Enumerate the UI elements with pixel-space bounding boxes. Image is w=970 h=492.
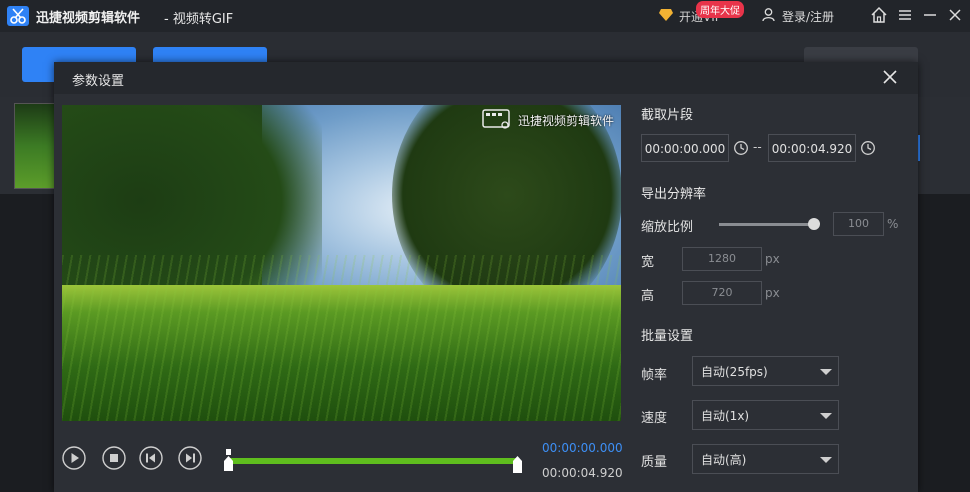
film-icon xyxy=(482,109,510,129)
login-label: 登录/注册 xyxy=(782,10,835,24)
scale-slider-handle[interactable] xyxy=(808,218,820,230)
end-time: 00:00:04.920 xyxy=(542,466,623,480)
quality-label: 质量 xyxy=(641,455,668,470)
clip-section-title: 截取片段 xyxy=(641,108,694,123)
chevron-down-icon xyxy=(820,369,832,375)
height-label: 高 xyxy=(641,289,655,304)
play-icon[interactable] xyxy=(62,446,86,470)
clip-timeline[interactable] xyxy=(224,449,522,473)
watermark-text: 迅捷视频剪辑软件 xyxy=(518,114,615,128)
speed-select[interactable]: 自动(1x) xyxy=(692,400,839,430)
stop-icon[interactable] xyxy=(102,446,126,470)
video-preview: 迅捷视频剪辑软件 xyxy=(62,105,621,421)
app-logo-icon xyxy=(7,6,29,26)
quality-value: 自动(高) xyxy=(701,453,747,467)
start-handle[interactable] xyxy=(224,449,233,471)
clip-start-input[interactable]: 00:00:00.000 xyxy=(641,134,729,162)
promo-badge: 周年大促 xyxy=(696,1,744,18)
width-unit: px xyxy=(765,252,780,266)
scale-label: 缩放比例 xyxy=(641,220,694,235)
speed-value: 自动(1x) xyxy=(701,409,750,423)
close-icon[interactable] xyxy=(882,69,898,85)
speed-label: 速度 xyxy=(641,411,668,426)
scale-slider[interactable] xyxy=(719,223,819,226)
clip-separator: -- xyxy=(753,140,762,154)
scale-unit: % xyxy=(887,217,899,231)
settings-dialog: 参数设置 迅捷视频剪辑软件 00:00:00.000 00:00:04.920 … xyxy=(54,62,918,492)
preview-grass xyxy=(62,255,621,421)
app-subtitle: - 视频转GIF xyxy=(164,12,234,27)
timeline-track[interactable] xyxy=(228,458,518,464)
window-close-icon[interactable] xyxy=(946,6,964,24)
dialog-header: 参数设置 xyxy=(54,62,918,94)
batch-section-title: 批量设置 xyxy=(641,329,694,344)
fps-value: 自动(25fps) xyxy=(701,365,768,379)
step-back-icon[interactable] xyxy=(139,446,163,470)
chevron-down-icon xyxy=(820,457,832,463)
scale-input[interactable]: 100 xyxy=(833,212,884,236)
quality-select[interactable]: 自动(高) xyxy=(692,444,839,474)
fps-select[interactable]: 自动(25fps) xyxy=(692,356,839,386)
width-label: 宽 xyxy=(641,255,655,270)
file-thumbnail[interactable] xyxy=(14,103,56,189)
height-input[interactable]: 720 xyxy=(682,281,762,305)
step-forward-icon[interactable] xyxy=(178,446,202,470)
fps-label: 帧率 xyxy=(641,368,668,383)
dialog-title: 参数设置 xyxy=(72,74,125,89)
clock-icon[interactable] xyxy=(733,140,749,156)
end-handle[interactable] xyxy=(513,453,522,475)
diamond-icon xyxy=(659,9,673,21)
resolution-section-title: 导出分辨率 xyxy=(641,187,707,202)
home-icon[interactable] xyxy=(870,6,888,24)
title-bar: 迅捷视频剪辑软件 - 视频转GIF 开通VIP 周年大促 登录/注册 xyxy=(0,0,970,32)
clock-icon[interactable] xyxy=(860,140,876,156)
clip-end-input[interactable]: 00:00:04.920 xyxy=(768,134,856,162)
minimize-icon[interactable] xyxy=(921,6,939,24)
height-unit: px xyxy=(765,286,780,300)
width-input[interactable]: 1280 xyxy=(682,247,762,271)
user-icon xyxy=(762,8,775,22)
current-time: 00:00:00.000 xyxy=(542,441,623,455)
menu-icon[interactable] xyxy=(896,6,914,24)
app-title: 迅捷视频剪辑软件 xyxy=(36,11,141,26)
chevron-down-icon xyxy=(820,413,832,419)
